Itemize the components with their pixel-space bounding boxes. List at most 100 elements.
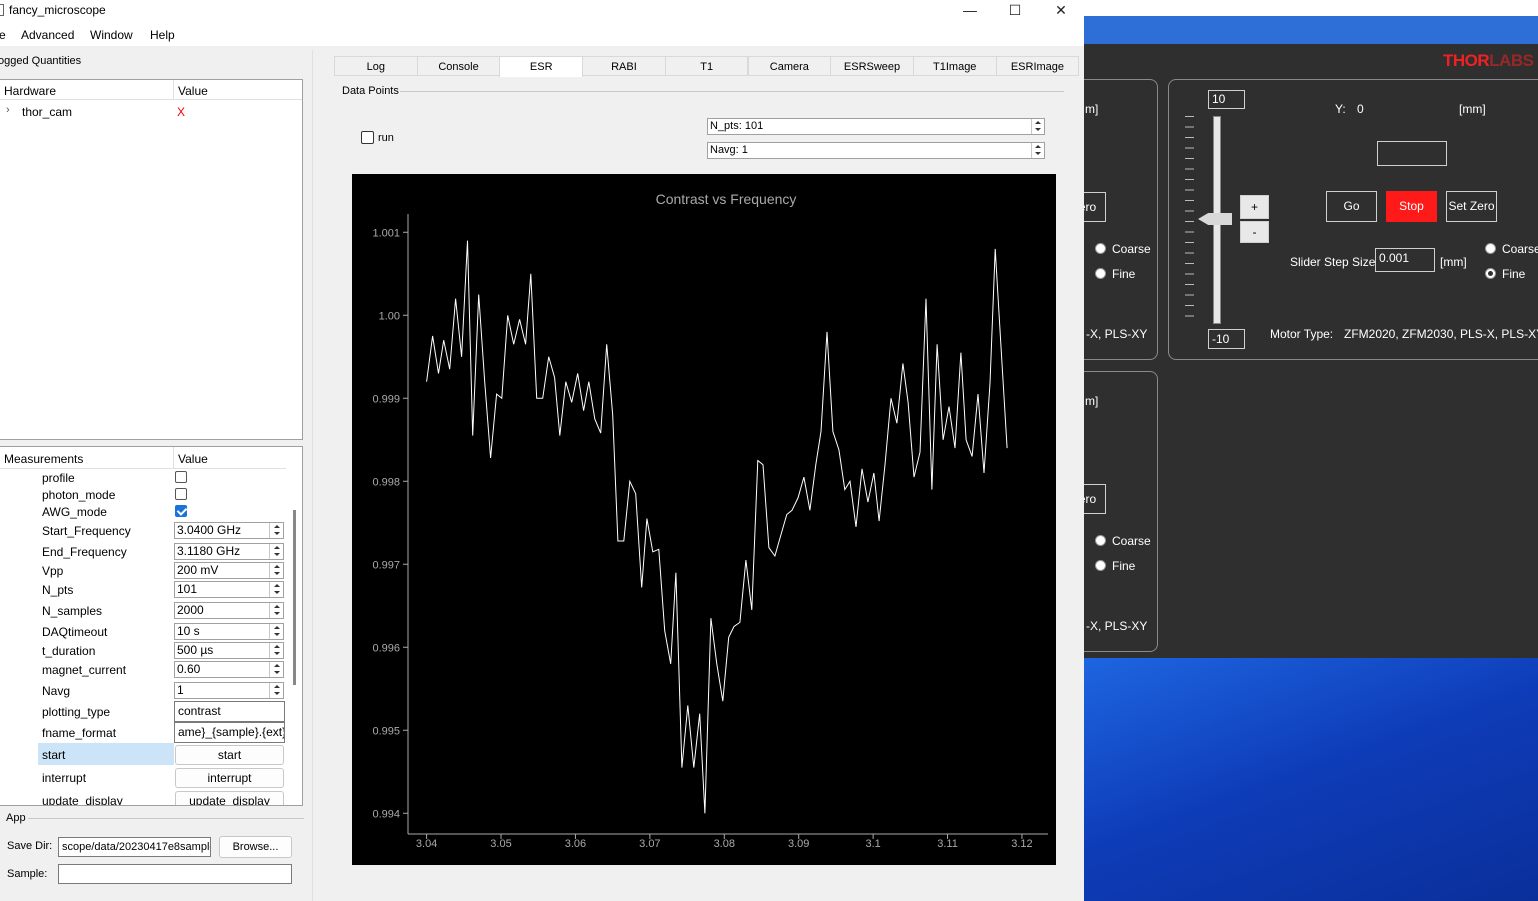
main-window: fancy_microscope — ☐ ✕ e Advanced Window…: [0, 0, 1084, 901]
tree-clip: update_display update_display: [0, 788, 302, 805]
maximize-button[interactable]: ☐: [992, 0, 1038, 24]
spin-arrows-icon[interactable]: [269, 563, 283, 578]
x-unit-label: m]: [1085, 102, 1099, 116]
spin-arrows-icon[interactable]: [269, 544, 283, 559]
t-duration-input[interactable]: 500 µs: [174, 642, 284, 659]
awg-mode-checkbox[interactable]: [175, 505, 187, 517]
param-label: photon_mode: [42, 488, 116, 502]
tab-camera[interactable]: Camera: [747, 56, 832, 76]
menu-help[interactable]: Help: [150, 28, 175, 42]
app-group-border: [28, 818, 304, 819]
y-coarse-radio[interactable]: [1485, 243, 1496, 254]
n-pts-input[interactable]: 101: [174, 581, 284, 598]
tab-log[interactable]: Log: [334, 56, 418, 76]
window-title: fancy_microscope: [9, 3, 106, 17]
y-min-field[interactable]: -10: [1208, 329, 1245, 349]
menu-window[interactable]: Window: [90, 28, 133, 42]
step-size-field[interactable]: 0.001: [1375, 248, 1435, 272]
run-checkbox[interactable]: [361, 131, 374, 144]
y-minus-button[interactable]: -: [1240, 221, 1269, 243]
tab-rabi[interactable]: RABI: [582, 56, 666, 76]
spin-arrows-icon[interactable]: [269, 582, 283, 597]
magnet-current-input[interactable]: 0.60: [174, 661, 284, 678]
z-fine-radio[interactable]: [1095, 560, 1106, 571]
splitter[interactable]: [312, 50, 313, 901]
start-frequency-input[interactable]: 3.0400 GHz: [174, 522, 284, 539]
tab-console[interactable]: Console: [416, 56, 501, 76]
param-label: AWG_mode: [42, 505, 107, 519]
tab-esr[interactable]: ESR: [499, 56, 584, 77]
end-frequency-input[interactable]: 3.1180 GHz: [174, 543, 284, 560]
close-button[interactable]: ✕: [1038, 0, 1084, 24]
motor-type-value: ZFM2020, ZFM2030, PLS-X, PLS-XY: [1344, 327, 1538, 341]
y-max-field[interactable]: 10: [1208, 90, 1245, 109]
z-fine-label: Fine: [1112, 559, 1136, 573]
plotting-type-field[interactable]: contrast: [174, 701, 285, 722]
y-set-zero-button[interactable]: Set Zero: [1446, 191, 1497, 222]
fname-format-field[interactable]: ame}_{sample}.{ext}: [174, 722, 285, 743]
title-bar: fancy_microscope — ☐ ✕: [0, 0, 1084, 24]
param-label: t_duration: [42, 644, 96, 658]
header-divider: [173, 80, 174, 100]
start-button[interactable]: start: [175, 745, 284, 765]
z-motor-type: -X, PLS-XY: [1086, 619, 1148, 633]
tab-t1[interactable]: T1: [664, 56, 749, 76]
z-coarse-radio[interactable]: [1095, 535, 1106, 546]
z-unit-label: m]: [1085, 394, 1099, 408]
menu-file[interactable]: e: [0, 28, 6, 42]
tab-t1image[interactable]: T1Image: [912, 56, 997, 76]
spin-arrows-icon[interactable]: [269, 523, 283, 538]
photon-mode-checkbox[interactable]: [175, 488, 187, 500]
browse-button[interactable]: Browse...: [219, 836, 292, 858]
y-tick-label: 0.998: [372, 476, 400, 488]
navg-input[interactable]: 1: [174, 682, 284, 699]
data-points-border: [400, 91, 1064, 92]
y-stop-button[interactable]: Stop: [1386, 191, 1437, 222]
n-pts-spinbox[interactable]: N_pts: 101: [707, 118, 1045, 135]
profile-checkbox[interactable]: [175, 471, 187, 483]
y-go-button[interactable]: Go: [1326, 191, 1377, 222]
expand-arrow-icon[interactable]: ›: [6, 104, 10, 116]
daq-timeout-input[interactable]: 10 s: [174, 623, 284, 640]
spin-arrows-icon[interactable]: [269, 643, 283, 658]
spin-arrows-icon[interactable]: [269, 683, 283, 698]
param-label: N_samples: [42, 604, 103, 618]
hardware-status: X: [177, 105, 186, 119]
x-coarse-radio[interactable]: [1095, 243, 1106, 254]
spin-arrows-icon[interactable]: [269, 603, 283, 618]
sample-label: Sample:: [7, 868, 48, 880]
spin-arrows-icon[interactable]: [1031, 119, 1044, 134]
menu-advanced[interactable]: Advanced: [21, 28, 74, 42]
save-dir-field[interactable]: scope/data/20230417e8sample: [58, 837, 211, 857]
spin-arrows-icon[interactable]: [269, 662, 283, 677]
y-plus-button[interactable]: +: [1240, 195, 1269, 219]
sample-field[interactable]: [58, 864, 292, 884]
hardware-tree[interactable]: Hardware Value › thor_cam X: [0, 79, 303, 440]
x-tick-label: 3.04: [416, 838, 437, 850]
y-fine-radio[interactable]: [1485, 268, 1496, 279]
n-samples-input[interactable]: 2000: [174, 602, 284, 619]
y-target-field[interactable]: [1377, 141, 1447, 166]
thorlabs-titlebar: [1084, 0, 1538, 16]
param-label: magnet_current: [42, 663, 127, 677]
param-label: Start_Frequency: [42, 524, 131, 538]
minimize-button[interactable]: —: [947, 0, 993, 24]
update-display-button[interactable]: update_display: [175, 791, 284, 805]
esr-plot[interactable]: Contrast vs Frequency 1.001 1.00 0.999 0.998…: [352, 174, 1056, 865]
step-size-unit: [mm]: [1440, 255, 1467, 269]
hardware-column-header: Hardware: [4, 84, 57, 98]
navg-spinbox[interactable]: Navg: 1: [707, 142, 1045, 159]
interrupt-button[interactable]: interrupt: [175, 768, 284, 788]
y-tick-label: 0.994: [372, 808, 400, 820]
tab-esrimage[interactable]: ESRImage: [995, 56, 1080, 76]
spin-arrows-icon[interactable]: [269, 624, 283, 639]
tab-esrsweep[interactable]: ESRSweep: [830, 56, 914, 76]
vpp-input[interactable]: 200 mV: [174, 562, 284, 579]
x-fine-radio[interactable]: [1095, 268, 1106, 279]
hardware-name[interactable]: thor_cam: [22, 105, 72, 119]
spin-arrows-icon[interactable]: [1031, 143, 1044, 158]
x-tick-label: 3.08: [714, 838, 735, 850]
app-icon: [0, 4, 4, 16]
measurements-scrollbar[interactable]: [293, 510, 296, 685]
run-label: run: [378, 132, 394, 144]
